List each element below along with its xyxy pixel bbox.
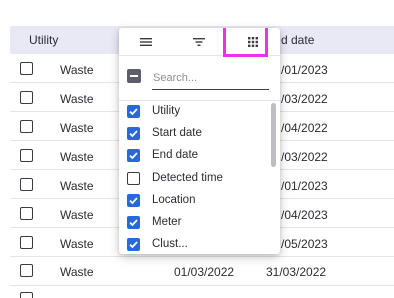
- column-label: End date: [152, 149, 199, 161]
- cell-utility: Waste: [60, 208, 94, 222]
- row-checkbox[interactable]: [20, 120, 33, 133]
- column-header-end-date[interactable]: d date: [281, 33, 314, 47]
- column-search-input[interactable]: [152, 66, 269, 90]
- list-item[interactable]: Detected time: [119, 168, 269, 190]
- row-checkbox[interactable]: [20, 292, 33, 298]
- cell-utility: Waste: [60, 265, 94, 279]
- row-checkbox[interactable]: [20, 149, 33, 162]
- column-label: Detected time: [152, 172, 223, 184]
- row-checkbox[interactable]: [20, 62, 33, 75]
- column-settings-panel: Utility Start date End date Detected tim…: [119, 28, 280, 254]
- cell-utility: Waste: [60, 179, 94, 193]
- cell-end-date: /05/2023: [281, 237, 328, 251]
- row-checkbox[interactable]: [20, 236, 33, 249]
- scrollbar[interactable]: [269, 101, 280, 254]
- column-label: Meter: [152, 216, 182, 228]
- row-checkbox[interactable]: [20, 207, 33, 220]
- cell-utility: Waste: [60, 150, 94, 164]
- column-header-utility[interactable]: Utility: [29, 33, 58, 47]
- row-checkbox[interactable]: [20, 264, 33, 277]
- column-list: Utility Start date End date Detected tim…: [119, 101, 269, 254]
- cell-end-date: 31/03/2022: [266, 265, 327, 279]
- cell-end-date: /01/2023: [281, 63, 328, 77]
- scroll-thumb[interactable]: [271, 103, 276, 167]
- cell-start-date: 01/03/2022: [174, 265, 235, 279]
- list-item[interactable]: Meter: [119, 212, 269, 234]
- column-label: Start date: [152, 127, 202, 139]
- list-item[interactable]: Utility: [119, 101, 269, 123]
- list-item[interactable]: Location: [119, 190, 269, 212]
- column-label: Clust...: [152, 238, 188, 250]
- cell-utility: Waste: [60, 92, 94, 106]
- filter-icon[interactable]: [191, 34, 207, 50]
- toggle-all-checkbox[interactable]: [127, 69, 141, 83]
- checkbox-checked[interactable]: [127, 194, 140, 207]
- highlight-box: [223, 28, 268, 57]
- cell-utility: Waste: [60, 121, 94, 135]
- checkbox-checked[interactable]: [127, 127, 140, 140]
- cell-end-date: /01/2023: [281, 179, 328, 193]
- cell-end-date: /04/2022: [281, 121, 328, 135]
- row-checkbox[interactable]: [20, 91, 33, 104]
- menu-icon[interactable]: [138, 34, 154, 50]
- cell-end-date: /03/2022: [281, 150, 328, 164]
- checkbox-checked[interactable]: [127, 238, 140, 251]
- cell-utility: Waste: [60, 237, 94, 251]
- list-item[interactable]: End date: [119, 145, 269, 167]
- checkbox-unchecked[interactable]: [127, 172, 140, 185]
- column-label: Utility: [152, 105, 181, 117]
- checkbox-checked[interactable]: [127, 105, 140, 118]
- cell-end-date: /04/2023: [281, 208, 328, 222]
- column-label: Location: [152, 194, 196, 206]
- list-item[interactable]: Start date: [119, 123, 269, 145]
- cell-utility: Waste: [60, 63, 94, 77]
- row-checkbox[interactable]: [20, 178, 33, 191]
- checkbox-checked[interactable]: [127, 216, 140, 229]
- cell-end-date: /03/2022: [281, 92, 328, 106]
- checkbox-checked[interactable]: [127, 149, 140, 162]
- list-item[interactable]: Clust...: [119, 234, 269, 254]
